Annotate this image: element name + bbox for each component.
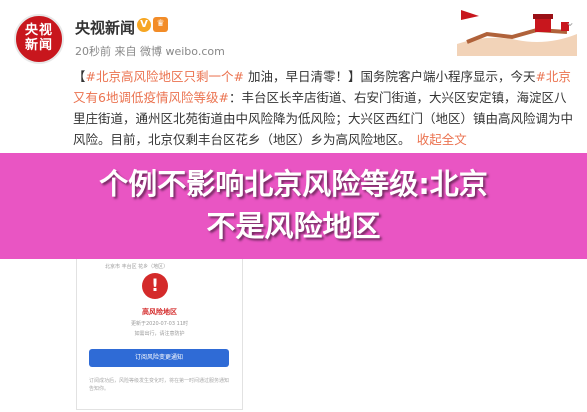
embedded-screenshot[interactable]: 北京市 丰台区 花乡（地区） ! 高风险地区 更新于2020-07-03 11时… [76,259,243,410]
collapse-link[interactable]: 收起全文 [417,132,467,147]
avatar-text-top: 央视 [24,23,53,38]
topic-link-high-risk[interactable]: #北京高风险地区只剩一个# [86,69,244,84]
member-crown-icon: ♛ [153,17,168,32]
update-date: 更新于2020-07-03 11时 [130,321,188,327]
avatar-text-bottom: 新闻 [24,38,53,53]
post-meta: 20秒前 来自 微博 weibo.com [75,45,225,58]
post-body: 【#北京高风险地区只剩一个# 加油，早日清零！】国务院客户端小程序显示，今天#北… [73,66,573,150]
avatar[interactable]: 央视 新闻 [14,14,64,64]
alert-icon: ! [142,273,168,299]
verified-icon: V [137,18,151,32]
post-text-part1: 加油，早日清零！】国务院客户端小程序显示，今天 [243,69,536,84]
account-name[interactable]: 央视新闻 [75,17,135,38]
post-bracket: 【 [73,69,86,84]
subscribe-footnote: 订阅成功后，风险等级发生变化时，将在第一时间通过服务通知告知你。 [89,378,230,392]
subscribe-button[interactable]: 订阅风险变更通知 [89,349,229,367]
caption-line-1: 个例不影响北京风险等级:北京 [99,167,488,201]
caption-line-2: 不是风险地区 [206,209,381,243]
chevron-down-icon[interactable]: ⌄ [565,16,577,28]
risk-level-title: 高风险地区 [142,308,177,316]
weibo-post-page: 央视 新闻 央视新闻 V ♛ 20秒前 来自 微博 weibo.com ⌄ 【#… [0,0,587,412]
risk-tip: 如需出行，请注意防护 [134,331,185,337]
caption-overlay: 个例不影响北京风险等级:北京 不是风险地区 [0,153,587,259]
great-wall-banner-icon [457,4,577,56]
location-text: 北京市 丰台区 花乡（地区） [105,264,169,270]
